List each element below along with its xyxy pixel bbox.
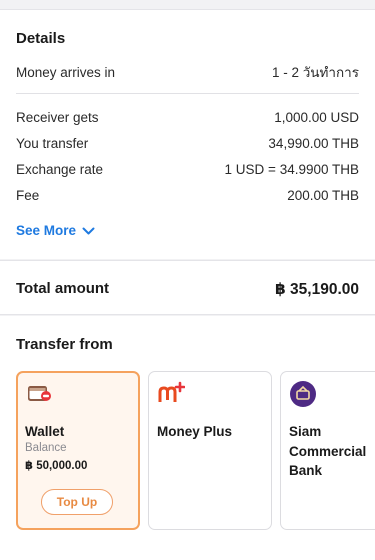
details-divider xyxy=(16,93,359,94)
arrival-value: 1 - 2 วันทำการ xyxy=(271,65,359,80)
source-name: Wallet xyxy=(25,424,65,439)
see-more-link[interactable]: See More xyxy=(16,223,95,238)
source-scb-bank[interactable]: Siam Commercial Bank xyxy=(280,371,375,530)
arrival-label: Money arrives in xyxy=(16,64,116,80)
detail-label: Exchange rate xyxy=(16,161,104,177)
source-money-plus[interactable]: Money Plus xyxy=(148,371,272,530)
see-more-label: See More xyxy=(16,223,77,238)
detail-label: Receiver gets xyxy=(16,109,99,125)
detail-value: 1,000.00 USD xyxy=(274,109,359,125)
source-name: Money Plus xyxy=(157,424,233,439)
balance-value: ฿ 50,000.00 xyxy=(25,460,88,472)
scb-bank-icon xyxy=(290,381,316,407)
detail-label: You transfer xyxy=(16,135,89,151)
total-value: ฿ 35,190.00 xyxy=(274,281,359,298)
transfer-from-card: Transfer from Wallet Balance ฿ 50,000.00… xyxy=(0,316,375,560)
wallet-icon xyxy=(28,386,51,401)
detail-value: 200.00 THB xyxy=(287,187,359,203)
total-label: Total amount xyxy=(16,280,110,297)
chevron-down-icon xyxy=(82,227,95,234)
balance-label: Balance xyxy=(25,442,67,454)
source-name: Siam Commercial Bank xyxy=(289,424,367,478)
detail-row-fee: Fee 200.00 THB xyxy=(16,185,359,205)
detail-value: 1 USD = 34.9900 THB xyxy=(224,161,359,177)
detail-label: Fee xyxy=(16,187,40,203)
total-card: Total amount ฿ 35,190.00 xyxy=(0,260,375,315)
detail-row-exchange-rate: Exchange rate 1 USD = 34.9900 THB xyxy=(16,159,359,179)
details-title: Details xyxy=(16,30,66,47)
top-up-button[interactable]: Top Up xyxy=(41,489,113,515)
details-card: Details Money arrives in 1 - 2 วันทำการ … xyxy=(0,9,375,259)
arrival-row: Money arrives in 1 - 2 วันทำการ xyxy=(16,62,359,82)
source-wallet[interactable]: Wallet Balance ฿ 50,000.00 Top Up xyxy=(16,371,140,530)
detail-row-you-transfer: You transfer 34,990.00 THB xyxy=(16,133,359,153)
money-plus-icon xyxy=(158,381,185,402)
detail-row-receiver-gets: Receiver gets 1,000.00 USD xyxy=(16,107,359,127)
transfer-from-title: Transfer from xyxy=(16,336,113,353)
detail-value: 34,990.00 THB xyxy=(268,135,359,151)
top-spacer xyxy=(0,0,375,8)
